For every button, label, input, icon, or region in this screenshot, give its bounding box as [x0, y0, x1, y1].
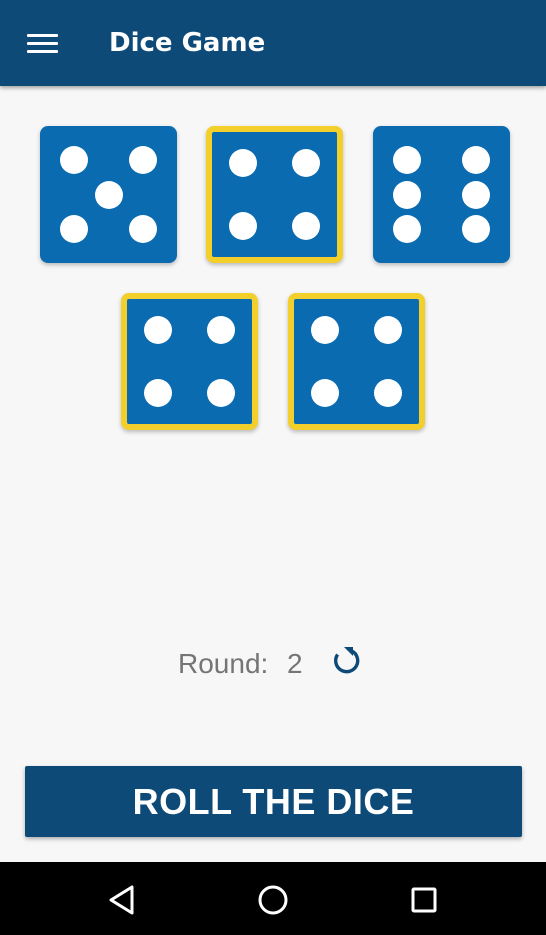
app-title: Dice Game [109, 28, 266, 58]
die-2[interactable] [206, 126, 343, 263]
die-pip [128, 146, 157, 175]
round-value: 2 [287, 648, 303, 679]
die-pip [393, 180, 422, 209]
roll-dice-button[interactable]: ROLL THE DICE [25, 766, 522, 837]
die-pip [461, 180, 490, 209]
die-pip [373, 378, 402, 407]
die-pip [291, 211, 320, 240]
round-label: Round: [178, 648, 269, 679]
die-pip [60, 214, 89, 243]
back-triangle-icon[interactable] [104, 882, 140, 918]
die-4[interactable] [121, 293, 258, 430]
hamburger-menu-icon[interactable] [27, 34, 58, 54]
die-pip [128, 214, 157, 243]
die-pip [206, 316, 235, 345]
recents-square-icon[interactable] [406, 882, 442, 918]
die-pip [60, 146, 89, 175]
die-pip [393, 146, 422, 175]
die-pip [229, 211, 258, 240]
die-pip [291, 149, 320, 178]
die-3[interactable] [373, 126, 510, 263]
home-circle-icon[interactable] [255, 882, 291, 918]
die-1[interactable] [40, 126, 177, 263]
app-bar: Dice Game [0, 0, 546, 86]
die-pip [461, 214, 490, 243]
die-pip [206, 378, 235, 407]
die-5[interactable] [288, 293, 425, 430]
die-pip [393, 214, 422, 243]
die-pip [311, 316, 340, 345]
die-pip [144, 316, 173, 345]
die-pip [94, 180, 123, 209]
die-pip [373, 316, 402, 345]
refresh-icon[interactable] [330, 645, 362, 677]
die-pip [229, 149, 258, 178]
die-pip [461, 146, 490, 175]
die-pip [311, 378, 340, 407]
system-nav-bar [0, 862, 546, 935]
die-pip [144, 378, 173, 407]
